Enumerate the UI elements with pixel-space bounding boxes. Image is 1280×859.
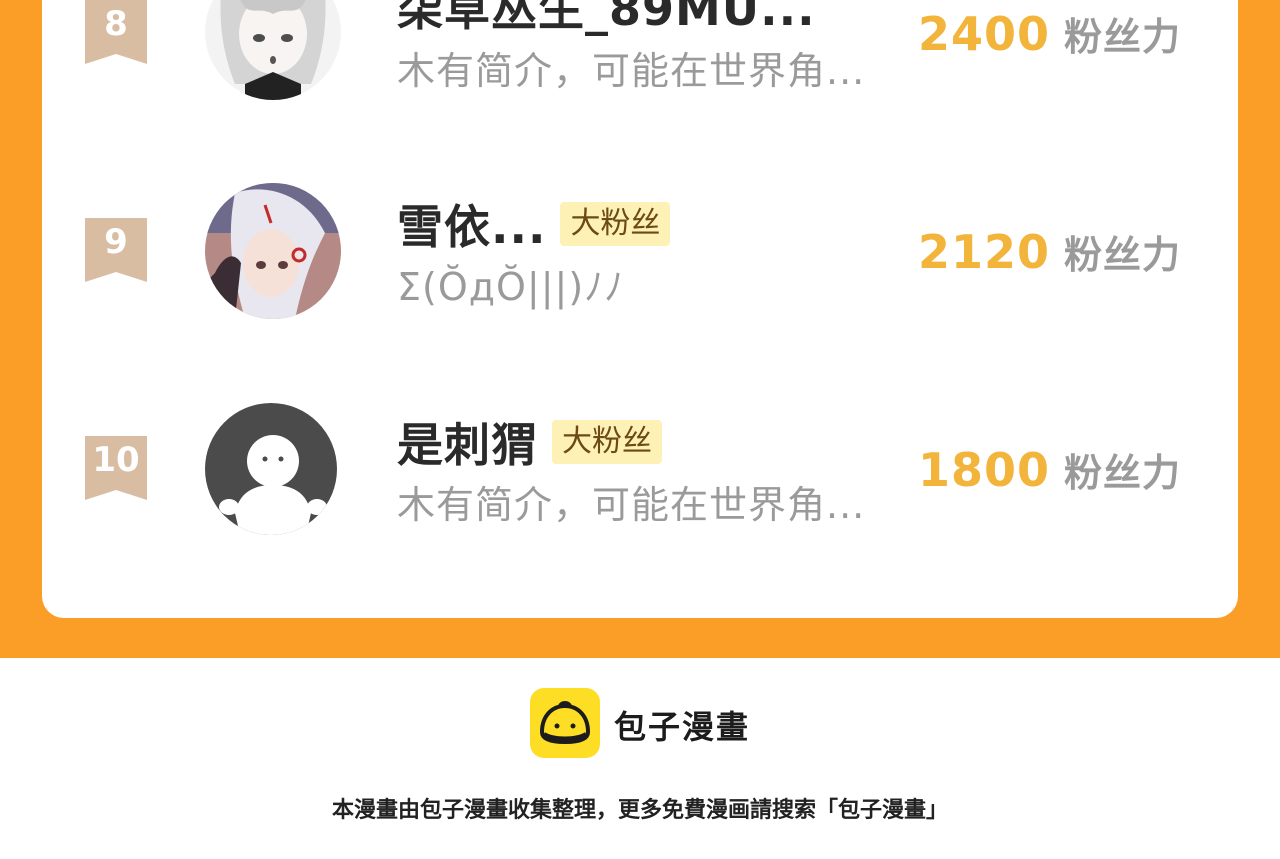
score-value: 2400: [918, 7, 1051, 61]
name-line: 雪依... 大粉丝: [397, 196, 671, 254]
leaderboard-row-9[interactable]: 9 雪依... 大粉丝 Σ(ŎдŎ|||)ﾉﾉ 2120 粉丝力: [42, 180, 1238, 320]
score-value: 2120: [918, 225, 1051, 279]
bun-logo-icon: [530, 688, 600, 758]
score-value: 1800: [918, 443, 1051, 497]
user-avatar[interactable]: [205, 403, 337, 535]
score-unit: 粉丝力: [1064, 15, 1182, 59]
leaderboard-card: 8 柒草丛生_89MU... 木有简介，可能在世界角... 2400 粉丝力 9…: [42, 0, 1238, 618]
user-name[interactable]: 雪依...: [397, 191, 546, 257]
user-bio: 木有简介，可能在世界角...: [397, 49, 866, 93]
name-line: 是刺猬 大粉丝: [397, 414, 662, 472]
rank-ribbon: 10: [85, 436, 147, 500]
brand-name: 包子漫畫: [614, 708, 751, 746]
user-bio: Σ(ŎдŎ|||)ﾉﾉ: [397, 265, 625, 309]
fan-score: 1800 粉丝力: [918, 442, 1208, 497]
score-unit: 粉丝力: [1064, 451, 1182, 495]
name-line: 柒草丛生_89MU...: [397, 0, 816, 36]
big-fan-badge: 大粉丝: [560, 202, 671, 246]
leaderboard-row-10[interactable]: 10 是刺猬 大粉丝 木有简介，可能在世界角... 1800 粉丝力: [42, 398, 1238, 538]
rank-ribbon: 8: [85, 0, 147, 64]
default-user-avatar: [205, 403, 337, 535]
score-unit: 粉丝力: [1064, 233, 1182, 277]
footer-notice: 本漫畫由包子漫畫收集整理，更多免費漫画請搜索「包子漫畫」: [331, 798, 948, 823]
rank-number: 9: [104, 222, 128, 262]
rank-number: 8: [104, 4, 128, 44]
user-name[interactable]: 是刺猬: [397, 409, 538, 475]
user-avatar[interactable]: [205, 0, 341, 100]
rank-ribbon: 9: [85, 218, 147, 282]
leaderboard-row-8[interactable]: 8 柒草丛生_89MU... 木有简介，可能在世界角... 2400 粉丝力: [42, 0, 1238, 110]
fan-score: 2400 粉丝力: [918, 6, 1208, 61]
user-name[interactable]: 柒草丛生_89MU...: [397, 0, 816, 39]
anime-girl-silver-hair-avatar: [205, 183, 341, 319]
rank-number: 10: [92, 440, 140, 480]
fan-score: 2120 粉丝力: [918, 224, 1208, 279]
big-fan-badge: 大粉丝: [552, 420, 662, 464]
user-avatar[interactable]: [205, 183, 341, 319]
anime-girl-gray-hair-avatar: [205, 0, 341, 100]
user-bio: 木有简介，可能在世界角...: [397, 483, 866, 527]
